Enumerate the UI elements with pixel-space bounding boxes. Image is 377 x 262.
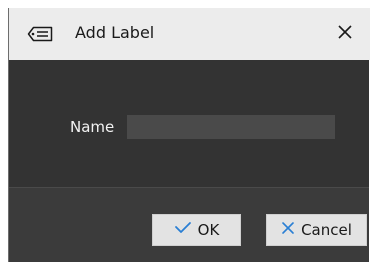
label-tag-icon xyxy=(27,26,53,42)
dialog-titlebar: Add Label xyxy=(9,8,370,60)
close-button[interactable] xyxy=(330,19,360,49)
add-label-dialog: Add Label Name OK Cancel xyxy=(8,8,370,262)
close-icon xyxy=(337,24,353,44)
cancel-button-label: Cancel xyxy=(301,221,352,239)
cross-icon xyxy=(281,221,301,239)
name-field-label: Name xyxy=(70,118,115,136)
dialog-body: Name xyxy=(9,60,369,187)
ok-button-label: OK xyxy=(197,221,220,239)
name-input[interactable] xyxy=(127,115,335,139)
checkmark-icon xyxy=(174,221,198,239)
cancel-button[interactable]: Cancel xyxy=(266,214,367,246)
dialog-footer: OK Cancel xyxy=(9,188,369,262)
ok-button[interactable]: OK xyxy=(152,214,241,246)
dialog-title: Add Label xyxy=(75,23,155,42)
